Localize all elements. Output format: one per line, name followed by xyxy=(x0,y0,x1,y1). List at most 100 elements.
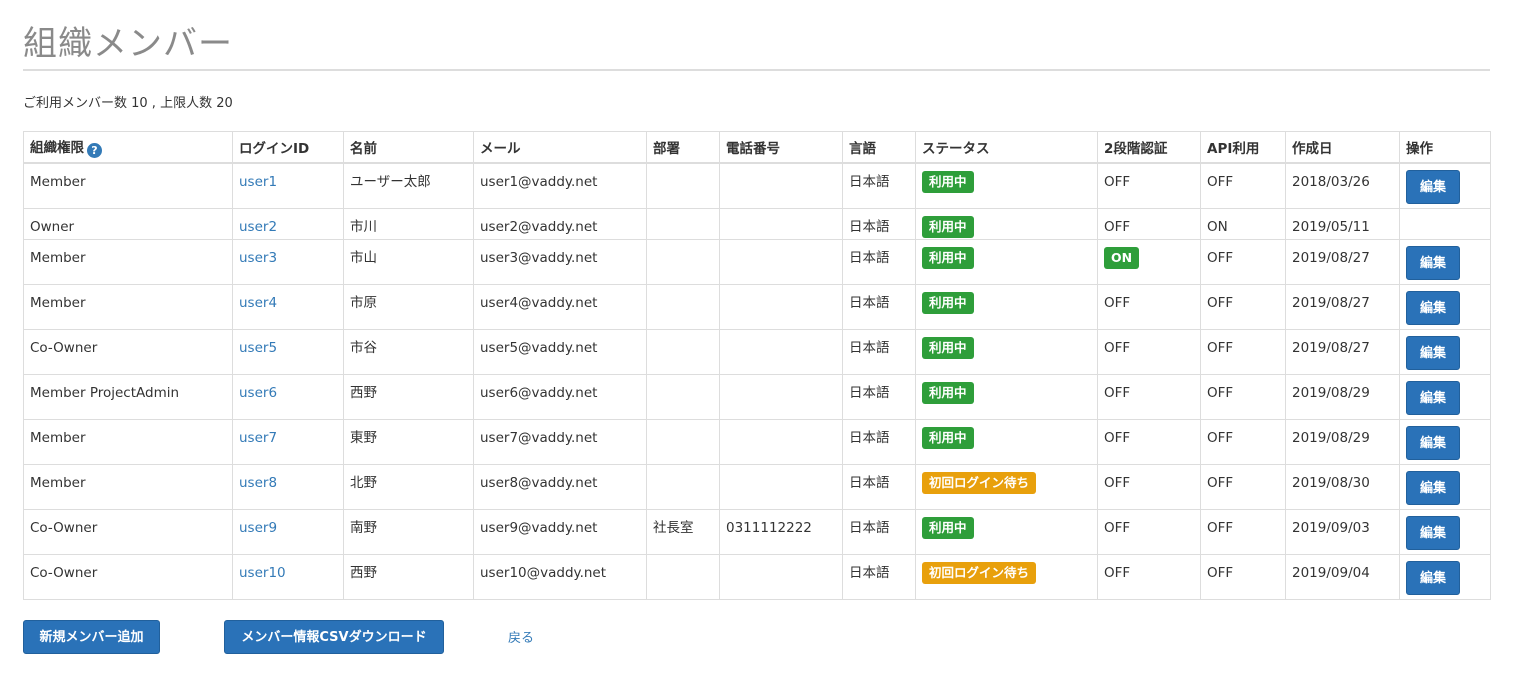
members-table: 組織権限? ログインID 名前 メール 部署 電話番号 言語 ステータス 2段階… xyxy=(23,131,1491,600)
cell-status: 利用中 xyxy=(915,328,1098,375)
cell-language: 日本語 xyxy=(842,553,916,600)
back-link[interactable]: 戻る xyxy=(508,627,534,646)
cell-api: OFF xyxy=(1200,283,1286,330)
header-department: 部署 xyxy=(646,131,720,164)
cell-two-factor: OFF xyxy=(1097,508,1201,555)
status-badge: 利用中 xyxy=(922,426,974,449)
cell-actions: 編集 xyxy=(1399,508,1491,555)
status-badge: 利用中 xyxy=(922,516,974,539)
cell-api: OFF xyxy=(1200,238,1286,285)
cell-login-id: user4 xyxy=(232,283,344,330)
header-language: 言語 xyxy=(842,131,916,164)
cell-mail: user8@vaddy.net xyxy=(473,463,647,510)
cell-department xyxy=(646,328,720,375)
cell-role: Member ProjectAdmin xyxy=(23,373,233,420)
cell-status: 利用中 xyxy=(915,508,1098,555)
cell-mail: user1@vaddy.net xyxy=(473,162,647,209)
login-id-link[interactable]: user8 xyxy=(239,475,277,491)
edit-button[interactable]: 編集 xyxy=(1406,245,1460,280)
cell-phone xyxy=(719,207,843,240)
cell-status: 利用中 xyxy=(915,162,1098,209)
cell-mail: user5@vaddy.net xyxy=(473,328,647,375)
login-id-link[interactable]: user9 xyxy=(239,520,277,536)
cell-name: 西野 xyxy=(343,553,474,600)
edit-button[interactable]: 編集 xyxy=(1406,560,1460,595)
login-id-link[interactable]: user4 xyxy=(239,295,277,311)
cell-status: 利用中 xyxy=(915,283,1098,330)
cell-status: 利用中 xyxy=(915,418,1098,465)
cell-mail: user10@vaddy.net xyxy=(473,553,647,600)
header-role: 組織権限? xyxy=(23,131,233,164)
edit-button[interactable]: 編集 xyxy=(1406,425,1460,460)
login-id-link[interactable]: user10 xyxy=(239,565,286,581)
cell-actions: 編集 xyxy=(1399,373,1491,420)
page: 組織メンバー ご利用メンバー数 10 , 上限人数 20 組織権限? ログインI… xyxy=(0,0,1516,679)
cell-two-factor: OFF xyxy=(1097,207,1201,240)
cell-actions: 編集 xyxy=(1399,418,1491,465)
csv-download-button[interactable]: メンバー情報CSVダウンロード xyxy=(224,620,444,654)
status-badge: 利用中 xyxy=(922,246,974,269)
edit-button[interactable]: 編集 xyxy=(1406,380,1460,415)
cell-phone xyxy=(719,283,843,330)
member-count-summary: ご利用メンバー数 10 , 上限人数 20 xyxy=(23,96,233,111)
two-factor-on-badge: ON xyxy=(1104,246,1140,269)
cell-name: ユーザー太郎 xyxy=(343,162,474,209)
cell-mail: user6@vaddy.net xyxy=(473,373,647,420)
cell-api: OFF xyxy=(1200,162,1286,209)
page-title: 組織メンバー xyxy=(23,24,233,64)
cell-actions xyxy=(1399,207,1491,240)
cell-two-factor: OFF xyxy=(1097,418,1201,465)
edit-button[interactable]: 編集 xyxy=(1406,515,1460,550)
add-member-button[interactable]: 新規メンバー追加 xyxy=(23,620,160,654)
question-circle-icon[interactable]: ? xyxy=(87,143,102,158)
cell-language: 日本語 xyxy=(842,463,916,510)
cell-actions: 編集 xyxy=(1399,238,1491,285)
title-divider xyxy=(23,69,1490,71)
status-badge: 利用中 xyxy=(922,215,974,238)
cell-department: 社長室 xyxy=(646,508,720,555)
cell-status: 初回ログイン待ち xyxy=(915,463,1098,510)
cell-name: 東野 xyxy=(343,418,474,465)
login-id-link[interactable]: user7 xyxy=(239,430,277,446)
cell-department xyxy=(646,463,720,510)
login-id-link[interactable]: user2 xyxy=(239,219,277,235)
status-badge: 利用中 xyxy=(922,171,974,193)
cell-api: OFF xyxy=(1200,553,1286,600)
edit-button[interactable]: 編集 xyxy=(1406,470,1460,505)
cell-api: OFF xyxy=(1200,463,1286,510)
cell-role: Member xyxy=(23,162,233,209)
cell-department xyxy=(646,207,720,240)
cell-mail: user7@vaddy.net xyxy=(473,418,647,465)
cell-mail: user9@vaddy.net xyxy=(473,508,647,555)
edit-button[interactable]: 編集 xyxy=(1406,290,1460,325)
edit-button[interactable]: 編集 xyxy=(1406,170,1460,204)
status-badge: 利用中 xyxy=(922,291,974,314)
cell-two-factor: ON xyxy=(1097,238,1201,285)
cell-created: 2019/05/11 xyxy=(1285,207,1400,240)
cell-phone xyxy=(719,162,843,209)
cell-language: 日本語 xyxy=(842,283,916,330)
table-row: Member user8 北野 user8@vaddy.net 日本語 初回ログイン待ち O… xyxy=(23,463,1491,510)
login-id-link[interactable]: user3 xyxy=(239,250,277,266)
cell-actions: 編集 xyxy=(1399,283,1491,330)
cell-phone xyxy=(719,463,843,510)
cell-created: 2019/08/29 xyxy=(1285,373,1400,420)
cell-api: OFF xyxy=(1200,328,1286,375)
cell-role: Member xyxy=(23,283,233,330)
status-badge: 初回ログイン待ち xyxy=(922,471,1037,494)
login-id-link[interactable]: user5 xyxy=(239,340,277,356)
login-id-link[interactable]: user1 xyxy=(239,174,277,190)
table-row: Owner user2 市川 user2@vaddy.net 日本語 利用中 OFF ON 20… xyxy=(23,207,1491,240)
cell-actions: 編集 xyxy=(1399,463,1491,510)
cell-login-id: user2 xyxy=(232,207,344,240)
header-mail: メール xyxy=(473,131,647,164)
cell-phone xyxy=(719,418,843,465)
cell-department xyxy=(646,162,720,209)
cell-role: Co-Owner xyxy=(23,328,233,375)
header-phone: 電話番号 xyxy=(719,131,843,164)
table-header-row: 組織権限? ログインID 名前 メール 部署 電話番号 言語 ステータス 2段階… xyxy=(23,131,1491,164)
edit-button[interactable]: 編集 xyxy=(1406,335,1460,370)
cell-two-factor: OFF xyxy=(1097,283,1201,330)
login-id-link[interactable]: user6 xyxy=(239,385,277,401)
cell-language: 日本語 xyxy=(842,373,916,420)
